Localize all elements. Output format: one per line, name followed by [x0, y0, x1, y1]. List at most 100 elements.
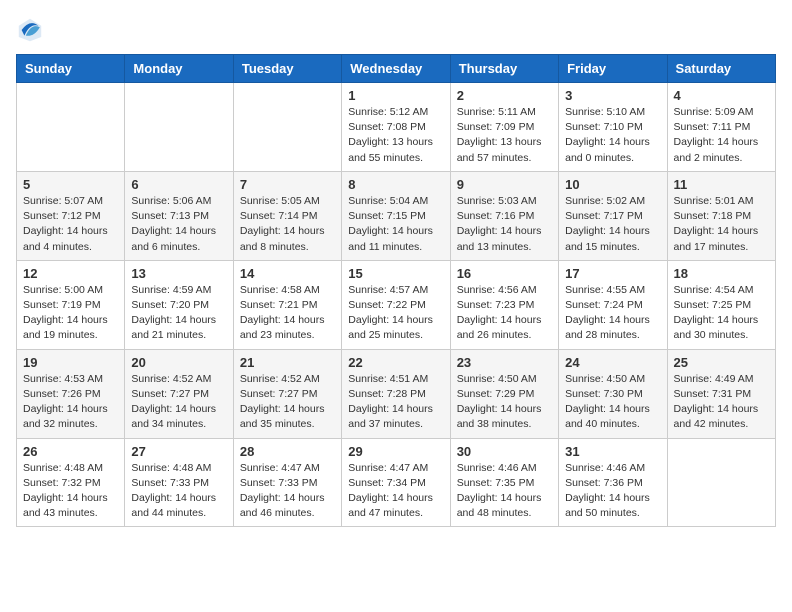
week-row-1: 1 Sunrise: 5:12 AM Sunset: 7:08 PM Daylig… — [17, 83, 776, 172]
logo-icon — [16, 16, 44, 44]
day-number: 27 — [131, 444, 226, 459]
calendar-cell: 13 Sunrise: 4:59 AM Sunset: 7:20 PM Dayli… — [125, 260, 233, 349]
day-info: Sunrise: 5:11 AM Sunset: 7:09 PM Dayligh… — [457, 105, 552, 166]
day-info: Sunrise: 5:06 AM Sunset: 7:13 PM Dayligh… — [131, 194, 226, 255]
day-number: 29 — [348, 444, 443, 459]
weekday-header-saturday: Saturday — [667, 55, 775, 83]
calendar-cell: 1 Sunrise: 5:12 AM Sunset: 7:08 PM Daylig… — [342, 83, 450, 172]
weekday-header-tuesday: Tuesday — [233, 55, 341, 83]
weekday-header-wednesday: Wednesday — [342, 55, 450, 83]
calendar-cell: 15 Sunrise: 4:57 AM Sunset: 7:22 PM Dayli… — [342, 260, 450, 349]
day-number: 15 — [348, 266, 443, 281]
day-number: 13 — [131, 266, 226, 281]
day-info: Sunrise: 4:57 AM Sunset: 7:22 PM Dayligh… — [348, 283, 443, 344]
day-number: 25 — [674, 355, 769, 370]
calendar-cell: 19 Sunrise: 4:53 AM Sunset: 7:26 PM Dayli… — [17, 349, 125, 438]
day-info: Sunrise: 5:10 AM Sunset: 7:10 PM Dayligh… — [565, 105, 660, 166]
weekday-header-row: SundayMondayTuesdayWednesdayThursdayFrid… — [17, 55, 776, 83]
day-number: 16 — [457, 266, 552, 281]
day-info: Sunrise: 5:00 AM Sunset: 7:19 PM Dayligh… — [23, 283, 118, 344]
weekday-header-sunday: Sunday — [17, 55, 125, 83]
day-number: 1 — [348, 88, 443, 103]
calendar-cell: 5Sunrise: 5:07 AM Sunset: 7:12 PM Daylig… — [17, 171, 125, 260]
calendar-cell: 27 Sunrise: 4:48 AM Sunset: 7:33 PM Dayli… — [125, 438, 233, 527]
calendar-cell: 17 Sunrise: 4:55 AM Sunset: 7:24 PM Dayli… — [559, 260, 667, 349]
calendar-table: SundayMondayTuesdayWednesdayThursdayFrid… — [16, 54, 776, 527]
weekday-header-friday: Friday — [559, 55, 667, 83]
calendar-cell: 12 Sunrise: 5:00 AM Sunset: 7:19 PM Dayli… — [17, 260, 125, 349]
day-number: 31 — [565, 444, 660, 459]
day-info: Sunrise: 4:50 AM Sunset: 7:29 PM Dayligh… — [457, 372, 552, 433]
day-info: Sunrise: 4:54 AM Sunset: 7:25 PM Dayligh… — [674, 283, 769, 344]
day-info: Sunrise: 4:49 AM Sunset: 7:31 PM Dayligh… — [674, 372, 769, 433]
day-info: Sunrise: 5:05 AM Sunset: 7:14 PM Dayligh… — [240, 194, 335, 255]
week-row-2: 5Sunrise: 5:07 AM Sunset: 7:12 PM Daylig… — [17, 171, 776, 260]
day-info: Sunrise: 4:47 AM Sunset: 7:33 PM Dayligh… — [240, 461, 335, 522]
day-number: 12 — [23, 266, 118, 281]
calendar-cell: 29Sunrise: 4:47 AM Sunset: 7:34 PM Dayli… — [342, 438, 450, 527]
calendar-cell: 4 Sunrise: 5:09 AM Sunset: 7:11 PM Daylig… — [667, 83, 775, 172]
day-info: Sunrise: 4:52 AM Sunset: 7:27 PM Dayligh… — [240, 372, 335, 433]
logo — [16, 16, 48, 44]
day-number: 7 — [240, 177, 335, 192]
day-info: Sunrise: 4:48 AM Sunset: 7:32 PM Dayligh… — [23, 461, 118, 522]
page-header — [16, 16, 776, 44]
calendar-cell: 26 Sunrise: 4:48 AM Sunset: 7:32 PM Dayli… — [17, 438, 125, 527]
calendar-cell: 16Sunrise: 4:56 AM Sunset: 7:23 PM Dayli… — [450, 260, 558, 349]
calendar-cell — [125, 83, 233, 172]
calendar-cell: 6 Sunrise: 5:06 AM Sunset: 7:13 PM Daylig… — [125, 171, 233, 260]
calendar-cell: 9Sunrise: 5:03 AM Sunset: 7:16 PM Daylig… — [450, 171, 558, 260]
day-info: Sunrise: 5:04 AM Sunset: 7:15 PM Dayligh… — [348, 194, 443, 255]
day-info: Sunrise: 4:46 AM Sunset: 7:35 PM Dayligh… — [457, 461, 552, 522]
day-number: 28 — [240, 444, 335, 459]
day-number: 6 — [131, 177, 226, 192]
calendar-cell: 23 Sunrise: 4:50 AM Sunset: 7:29 PM Dayli… — [450, 349, 558, 438]
calendar-cell — [667, 438, 775, 527]
calendar-cell: 28 Sunrise: 4:47 AM Sunset: 7:33 PM Dayli… — [233, 438, 341, 527]
day-info: Sunrise: 4:52 AM Sunset: 7:27 PM Dayligh… — [131, 372, 226, 433]
calendar-cell: 10 Sunrise: 5:02 AM Sunset: 7:17 PM Dayli… — [559, 171, 667, 260]
week-row-5: 26 Sunrise: 4:48 AM Sunset: 7:32 PM Dayli… — [17, 438, 776, 527]
day-info: Sunrise: 4:48 AM Sunset: 7:33 PM Dayligh… — [131, 461, 226, 522]
calendar-cell: 2 Sunrise: 5:11 AM Sunset: 7:09 PM Daylig… — [450, 83, 558, 172]
calendar-cell: 18 Sunrise: 4:54 AM Sunset: 7:25 PM Dayli… — [667, 260, 775, 349]
day-number: 8 — [348, 177, 443, 192]
calendar-cell: 21 Sunrise: 4:52 AM Sunset: 7:27 PM Dayli… — [233, 349, 341, 438]
day-number: 30 — [457, 444, 552, 459]
day-info: Sunrise: 5:01 AM Sunset: 7:18 PM Dayligh… — [674, 194, 769, 255]
day-number: 18 — [674, 266, 769, 281]
day-number: 4 — [674, 88, 769, 103]
week-row-3: 12 Sunrise: 5:00 AM Sunset: 7:19 PM Dayli… — [17, 260, 776, 349]
day-info: Sunrise: 5:07 AM Sunset: 7:12 PM Dayligh… — [23, 194, 118, 255]
day-number: 17 — [565, 266, 660, 281]
day-info: Sunrise: 5:09 AM Sunset: 7:11 PM Dayligh… — [674, 105, 769, 166]
calendar-cell: 25 Sunrise: 4:49 AM Sunset: 7:31 PM Dayli… — [667, 349, 775, 438]
calendar-cell — [233, 83, 341, 172]
day-number: 24 — [565, 355, 660, 370]
day-number: 19 — [23, 355, 118, 370]
calendar-cell: 24Sunrise: 4:50 AM Sunset: 7:30 PM Dayli… — [559, 349, 667, 438]
day-number: 9 — [457, 177, 552, 192]
calendar-cell: 20 Sunrise: 4:52 AM Sunset: 7:27 PM Dayli… — [125, 349, 233, 438]
day-number: 21 — [240, 355, 335, 370]
calendar-cell: 8 Sunrise: 5:04 AM Sunset: 7:15 PM Daylig… — [342, 171, 450, 260]
day-number: 23 — [457, 355, 552, 370]
day-number: 26 — [23, 444, 118, 459]
day-info: Sunrise: 4:55 AM Sunset: 7:24 PM Dayligh… — [565, 283, 660, 344]
day-number: 2 — [457, 88, 552, 103]
day-number: 3 — [565, 88, 660, 103]
day-info: Sunrise: 5:02 AM Sunset: 7:17 PM Dayligh… — [565, 194, 660, 255]
calendar-cell: 22 Sunrise: 4:51 AM Sunset: 7:28 PM Dayli… — [342, 349, 450, 438]
day-info: Sunrise: 5:12 AM Sunset: 7:08 PM Dayligh… — [348, 105, 443, 166]
calendar-cell: 11 Sunrise: 5:01 AM Sunset: 7:18 PM Dayli… — [667, 171, 775, 260]
calendar-cell: 3 Sunrise: 5:10 AM Sunset: 7:10 PM Daylig… — [559, 83, 667, 172]
day-number: 11 — [674, 177, 769, 192]
day-info: Sunrise: 4:46 AM Sunset: 7:36 PM Dayligh… — [565, 461, 660, 522]
day-info: Sunrise: 4:53 AM Sunset: 7:26 PM Dayligh… — [23, 372, 118, 433]
day-info: Sunrise: 4:51 AM Sunset: 7:28 PM Dayligh… — [348, 372, 443, 433]
day-info: Sunrise: 4:59 AM Sunset: 7:20 PM Dayligh… — [131, 283, 226, 344]
day-number: 22 — [348, 355, 443, 370]
weekday-header-thursday: Thursday — [450, 55, 558, 83]
day-number: 20 — [131, 355, 226, 370]
day-number: 10 — [565, 177, 660, 192]
